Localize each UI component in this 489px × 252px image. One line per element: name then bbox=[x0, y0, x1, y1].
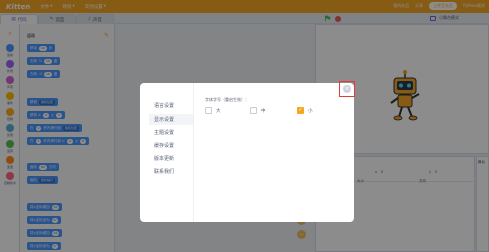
sidebar-item-display[interactable]: 显示设置 bbox=[149, 114, 193, 125]
font-size-title: 字体字号（重启生效）： bbox=[205, 97, 249, 102]
sidebar-item-theme[interactable]: 主题设置 bbox=[149, 127, 193, 138]
close-icon[interactable]: × bbox=[343, 85, 351, 93]
sidebar-item-contact[interactable]: 联系我们 bbox=[149, 166, 193, 177]
close-highlight: × bbox=[339, 81, 355, 97]
sidebar-item-language[interactable]: 语言设置 bbox=[149, 100, 193, 111]
font-size-medium-option[interactable]: 中 bbox=[250, 107, 266, 114]
settings-content: 字体字号（重启生效）： 大 中 ✓ 小 bbox=[194, 83, 354, 222]
settings-dialog: 语言设置 显示设置 主题设置 缓存设置 版本更新 联系我们 字体字号（重启生效）… bbox=[140, 83, 354, 222]
font-size-large-checkbox[interactable] bbox=[205, 107, 212, 114]
settings-sidebar: 语言设置 显示设置 主题设置 缓存设置 版本更新 联系我们 bbox=[140, 83, 194, 222]
checkmark-icon: ✓ bbox=[298, 107, 303, 113]
font-size-large-option[interactable]: 大 bbox=[205, 107, 221, 114]
sidebar-item-cache[interactable]: 缓存设置 bbox=[149, 140, 193, 151]
sidebar-item-version[interactable]: 版本更新 bbox=[149, 153, 193, 164]
font-size-medium-checkbox[interactable] bbox=[250, 107, 257, 114]
font-size-small-checkbox[interactable]: ✓ bbox=[297, 107, 304, 114]
font-size-small-option[interactable]: ✓ 小 bbox=[297, 107, 313, 114]
